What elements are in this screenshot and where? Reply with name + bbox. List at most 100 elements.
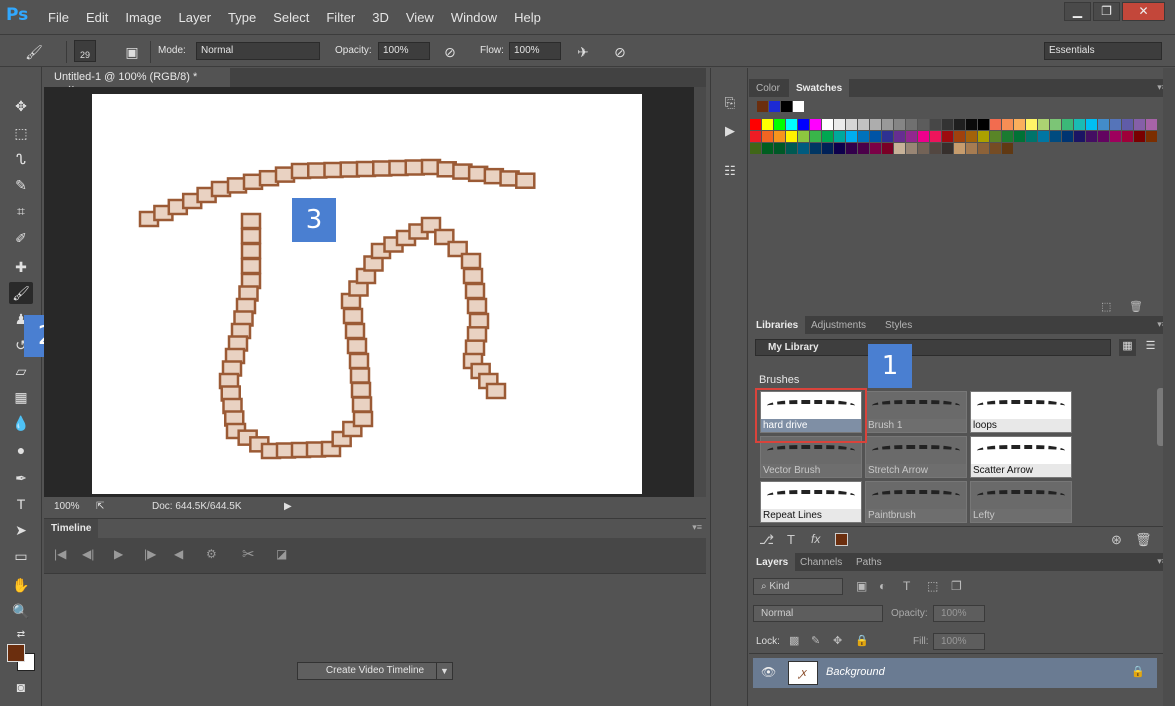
- foreground-color-swatch[interactable]: [7, 644, 25, 662]
- swatch[interactable]: [954, 131, 965, 142]
- brush-thumbnail[interactable]: Repeat Lines: [760, 481, 862, 523]
- audio-icon[interactable]: ◀: [174, 547, 183, 561]
- menu-file[interactable]: File: [48, 10, 69, 25]
- quick-select-tool-icon[interactable]: ✎: [9, 174, 33, 196]
- swatch[interactable]: [834, 131, 845, 142]
- swatch[interactable]: [786, 143, 797, 154]
- tab-layers[interactable]: Layers: [749, 553, 796, 571]
- grid-view-icon[interactable]: ▦: [1119, 339, 1136, 356]
- filter-smart-object-icon[interactable]: ❐: [951, 579, 962, 593]
- list-view-icon[interactable]: ☰: [1142, 339, 1159, 356]
- delete-swatch-icon[interactable]: 🗑: [1129, 300, 1143, 313]
- lock-transparent-icon[interactable]: ▩: [789, 634, 799, 647]
- pressure-opacity-icon[interactable]: ⊘: [440, 42, 460, 62]
- hand-tool-icon[interactable]: ✋: [9, 574, 33, 596]
- flow-input[interactable]: 100%: [509, 42, 561, 60]
- swatch[interactable]: [906, 143, 917, 154]
- lock-position-icon[interactable]: ✥: [833, 634, 842, 647]
- move-tool-icon[interactable]: ✥: [9, 95, 33, 117]
- blend-mode-select[interactable]: Normal: [753, 605, 883, 622]
- swatch[interactable]: [822, 131, 833, 142]
- airbrush-icon[interactable]: ✈: [573, 42, 593, 62]
- panel-menu-icon[interactable]: ▾≡: [692, 522, 702, 533]
- timeline-tab[interactable]: Timeline: [44, 519, 98, 538]
- menu-help[interactable]: Help: [514, 10, 541, 25]
- swatch[interactable]: [1110, 131, 1121, 142]
- swatch[interactable]: [858, 131, 869, 142]
- chevron-down-icon[interactable]: ▼: [436, 662, 453, 680]
- swatch[interactable]: [1050, 119, 1061, 130]
- properties-panel-icon[interactable]: ☷: [720, 162, 740, 180]
- swatch[interactable]: [990, 143, 1001, 154]
- status-menu-arrow-icon[interactable]: ▶: [284, 501, 292, 512]
- settings-gear-icon[interactable]: ⚙: [206, 547, 217, 561]
- pen-tool-icon[interactable]: ✒: [9, 467, 33, 489]
- swatch[interactable]: [858, 119, 869, 130]
- swatch[interactable]: [966, 131, 977, 142]
- swatch[interactable]: [1038, 131, 1049, 142]
- swatch[interactable]: [930, 143, 941, 154]
- layer-opacity-input[interactable]: 100%: [933, 605, 985, 622]
- swatch[interactable]: [750, 131, 761, 142]
- swatch[interactable]: [870, 131, 881, 142]
- swatch[interactable]: [798, 143, 809, 154]
- swatch[interactable]: [846, 131, 857, 142]
- eraser-tool-icon[interactable]: ▱: [9, 360, 33, 382]
- minimize-button[interactable]: ▁: [1064, 2, 1091, 21]
- swatch[interactable]: [894, 131, 905, 142]
- layer-row[interactable]: 👁 ꭙ Background 🔒: [753, 658, 1157, 688]
- swatch[interactable]: [1134, 119, 1145, 130]
- creative-cloud-icon[interactable]: ⊛: [1111, 532, 1122, 548]
- swatch[interactable]: [918, 119, 929, 130]
- previous-frame-icon[interactable]: ◀|: [82, 547, 94, 561]
- crop-tool-icon[interactable]: ⌗: [9, 200, 33, 222]
- swatch[interactable]: [1086, 119, 1097, 130]
- canvas[interactable]: 3: [92, 94, 642, 494]
- rectangle-tool-icon[interactable]: ▭: [9, 545, 33, 567]
- swatch[interactable]: [774, 131, 785, 142]
- swatch[interactable]: [774, 119, 785, 130]
- menu-layer[interactable]: Layer: [179, 10, 212, 25]
- lock-all-icon[interactable]: 🔒: [855, 634, 869, 647]
- swatch[interactable]: [978, 143, 989, 154]
- swatch[interactable]: [798, 119, 809, 130]
- swatch[interactable]: [762, 143, 773, 154]
- fill-input[interactable]: 100%: [933, 633, 985, 650]
- swatch[interactable]: [810, 131, 821, 142]
- transition-icon[interactable]: ◪: [276, 547, 287, 561]
- create-video-timeline-button[interactable]: Create Video Timeline: [297, 662, 453, 680]
- menu-edit[interactable]: Edit: [86, 10, 108, 25]
- history-panel-icon[interactable]: ⎘: [720, 94, 740, 112]
- delete-icon[interactable]: 🗑: [1135, 532, 1152, 548]
- tab-paths[interactable]: Paths: [849, 553, 889, 571]
- swatch[interactable]: [930, 119, 941, 130]
- swatch[interactable]: [1098, 119, 1109, 130]
- swatch[interactable]: [1050, 131, 1061, 142]
- recent-swatch[interactable]: [757, 101, 768, 112]
- brush-panel-toggle-icon[interactable]: ▣: [122, 42, 142, 62]
- menu-filter[interactable]: Filter: [326, 10, 355, 25]
- mode-select[interactable]: Normal: [196, 42, 320, 60]
- swatch[interactable]: [1002, 131, 1013, 142]
- close-window-button[interactable]: ✕: [1122, 2, 1165, 21]
- swatch[interactable]: [906, 131, 917, 142]
- swatch[interactable]: [918, 143, 929, 154]
- play-icon[interactable]: ▶: [114, 547, 123, 561]
- swatch[interactable]: [990, 131, 1001, 142]
- swatch[interactable]: [750, 119, 761, 130]
- swatch[interactable]: [882, 143, 893, 154]
- swatch[interactable]: [786, 131, 797, 142]
- swatch[interactable]: [894, 143, 905, 154]
- pressure-size-icon[interactable]: ⊘: [610, 42, 630, 62]
- swatch[interactable]: [918, 131, 929, 142]
- filter-adjustment-icon[interactable]: ◐: [879, 579, 886, 593]
- swatch[interactable]: [1110, 119, 1121, 130]
- swatch[interactable]: [894, 119, 905, 130]
- recent-swatch[interactable]: [769, 101, 780, 112]
- export-icon[interactable]: ⇱: [96, 501, 104, 512]
- tab-styles[interactable]: Styles: [878, 316, 919, 334]
- swatch[interactable]: [1086, 131, 1097, 142]
- swatch[interactable]: [1098, 131, 1109, 142]
- swatch[interactable]: [1134, 131, 1145, 142]
- swatch[interactable]: [978, 131, 989, 142]
